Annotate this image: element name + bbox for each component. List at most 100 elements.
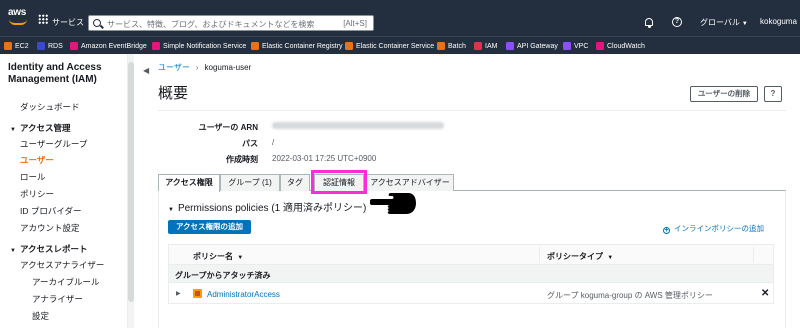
plus-circle-icon: + [663,227,670,234]
column-label: ポリシー名 [193,252,233,261]
favorite-ecr[interactable]: Elastic Container Registry [251,41,343,51]
column-divider [753,247,754,263]
ec2-icon [4,42,12,50]
sidebar-group-access-management[interactable]: ▼ アクセス管理 [10,122,71,134]
search-input[interactable]: サービス、特徴、ブログ、およびドキュメントなどを検索 [Alt+S] [88,15,374,31]
sidebar-group-label: アクセスレポート [19,244,88,254]
breadcrumb-users-link[interactable]: ユーザー [158,63,190,72]
favorite-label: Amazon EventBridge [81,42,147,50]
column-label: ポリシータイプ [547,252,603,261]
delete-user-button[interactable]: ユーザーの削除 [690,86,758,102]
table-group-row: グループからアタッチ済み [169,265,773,283]
sidebar-item-id-providers[interactable]: ID プロバイダー [20,205,82,217]
policy-type: グループ koguma-group の AWS 管理ポリシー [547,291,713,300]
account-menu[interactable]: kokoguma▼ [760,17,800,26]
cloudwatch-icon [596,42,604,50]
sidebar-item-users[interactable]: ユーザー [20,154,54,166]
ecr-icon [251,42,259,50]
column-policy-type[interactable]: ポリシータイプ ▼ [547,251,613,262]
iam-icon [474,42,482,50]
sidebar-item-account-settings[interactable]: アカウント設定 [20,222,80,234]
chevron-down-icon: ▼ [741,21,748,27]
sidebar-scrollbar-thumb[interactable] [128,62,134,302]
sidebar-item-roles[interactable]: ロール [20,171,46,183]
favorite-label: IAM [485,42,498,50]
favorite-iam[interactable]: IAM [474,41,497,51]
ecs-icon [345,42,353,50]
page-title: 概要 [158,85,189,102]
favorite-label: Batch [448,42,466,50]
aws-logo[interactable]: aws [6,5,30,29]
caret-down-icon: ▼ [168,207,174,213]
sidebar-item-access-analyzer[interactable]: アクセスアナライザー [20,259,104,271]
favorite-vpc[interactable]: VPC [563,41,588,51]
collapse-sidebar-icon[interactable]: ◀ [143,66,149,75]
sidebar-item-settings[interactable]: 設定 [32,310,49,322]
column-policy-name[interactable]: ポリシー名 ▼ [193,251,243,262]
favorite-label: CloudWatch [607,42,645,50]
favorite-label: Elastic Container Registry [262,42,343,50]
favorite-cloudwatch[interactable]: CloudWatch [596,41,645,51]
favorite-eventbridge[interactable]: Amazon EventBridge [70,41,147,51]
batch-icon [437,42,445,50]
tab-permissions[interactable]: アクセス権限 [158,174,220,192]
column-divider [539,247,540,263]
add-inline-label: インラインポリシーの追加 [674,224,764,233]
search-icon [93,19,101,27]
favorite-rds[interactable]: RDS [37,41,63,51]
add-inline-policy-link[interactable]: + インラインポリシーの追加 [663,223,764,234]
tab-tags[interactable]: タグ [280,174,310,191]
favorite-sns[interactable]: Simple Notification Service [152,41,246,51]
path-value: / [272,138,275,147]
favorite-label: Simple Notification Service [163,42,247,50]
arn-label: ユーザーの ARN [198,123,258,132]
created-label: 作成時刻 [226,155,258,164]
sort-icon: ▼ [607,255,614,261]
sns-icon [152,42,160,50]
caret-down-icon: ▼ [10,248,16,254]
top-navigation: aws サービス サービス、特徴、ブログ、およびドキュメントなどを検索 [Alt… [0,0,800,36]
expand-row-icon[interactable]: ▶ [176,290,181,297]
search-placeholder: サービス、特徴、ブログ、およびドキュメントなどを検索 [107,20,315,29]
sidebar-group-access-reports[interactable]: ▼ アクセスレポート [10,243,88,255]
permissions-title: Permissions policies (1 適用済みポリシー) [177,203,367,214]
help-button[interactable]: ? [764,86,782,102]
policies-table: ポリシー名 ▼ ポリシータイプ ▼ グループからアタッチ済み ▶ Adminis… [168,244,774,304]
search-shortcut: [Alt+S] [343,19,367,28]
add-permissions-button[interactable]: アクセス権限の追加 [168,220,251,234]
permissions-policies-header[interactable]: ▼ Permissions policies (1 適用済みポリシー) [168,199,366,214]
sidebar-item-user-groups[interactable]: ユーザーグループ [20,138,87,150]
tab-groups[interactable]: グループ (1) [220,174,280,191]
favorite-label: API Gateway [517,42,558,50]
tab-access-advisor[interactable]: アクセスアドバイザー [366,174,454,191]
favorite-ecs[interactable]: Elastic Container Service [345,41,434,51]
sidebar-title: Identity and Access Management (IAM) [8,62,102,85]
favorite-label: Elastic Container Service [356,42,435,50]
sidebar-item-dashboard[interactable]: ダッシュボード [20,101,80,113]
region-selector[interactable]: グローバル ▼ [700,17,748,28]
services-menu[interactable]: サービス [52,17,84,28]
aws-smile-icon [9,19,27,25]
remove-policy-icon[interactable]: ✕ [761,288,769,299]
divider [158,110,786,111]
tab-bar: アクセス権限 グループ (1) タグ 認証情報 アクセスアドバイザー [158,174,786,192]
favorite-label: RDS [48,42,63,50]
favorite-ec2[interactable]: EC2 [4,41,29,51]
sidebar-group-label: アクセス管理 [19,123,71,133]
bell-icon[interactable] [645,18,653,28]
table-row: ▶ AdministratorAccess グループ koguma-group … [169,283,773,305]
favorite-api-gateway[interactable]: API Gateway [506,41,558,51]
sidebar: Identity and Access Management (IAM) ダッシ… [0,54,128,328]
favorite-batch[interactable]: Batch [437,41,466,51]
created-value: 2022-03-01 17:25 UTC+0900 [272,154,377,163]
table-header: ポリシー名 ▼ ポリシータイプ ▼ [169,245,773,265]
sidebar-item-archive-rules[interactable]: アーカイブルール [32,276,100,288]
services-grid-icon[interactable] [38,14,48,24]
region-label: グローバル [700,18,740,27]
eventbridge-icon [70,42,78,50]
sidebar-item-policies[interactable]: ポリシー [20,188,54,200]
policy-name-link[interactable]: AdministratorAccess [207,290,280,299]
sidebar-item-analyzers[interactable]: アナライザー [32,293,83,305]
help-icon[interactable]: ? [672,17,682,27]
group-label: グループからアタッチ済み [175,271,271,280]
